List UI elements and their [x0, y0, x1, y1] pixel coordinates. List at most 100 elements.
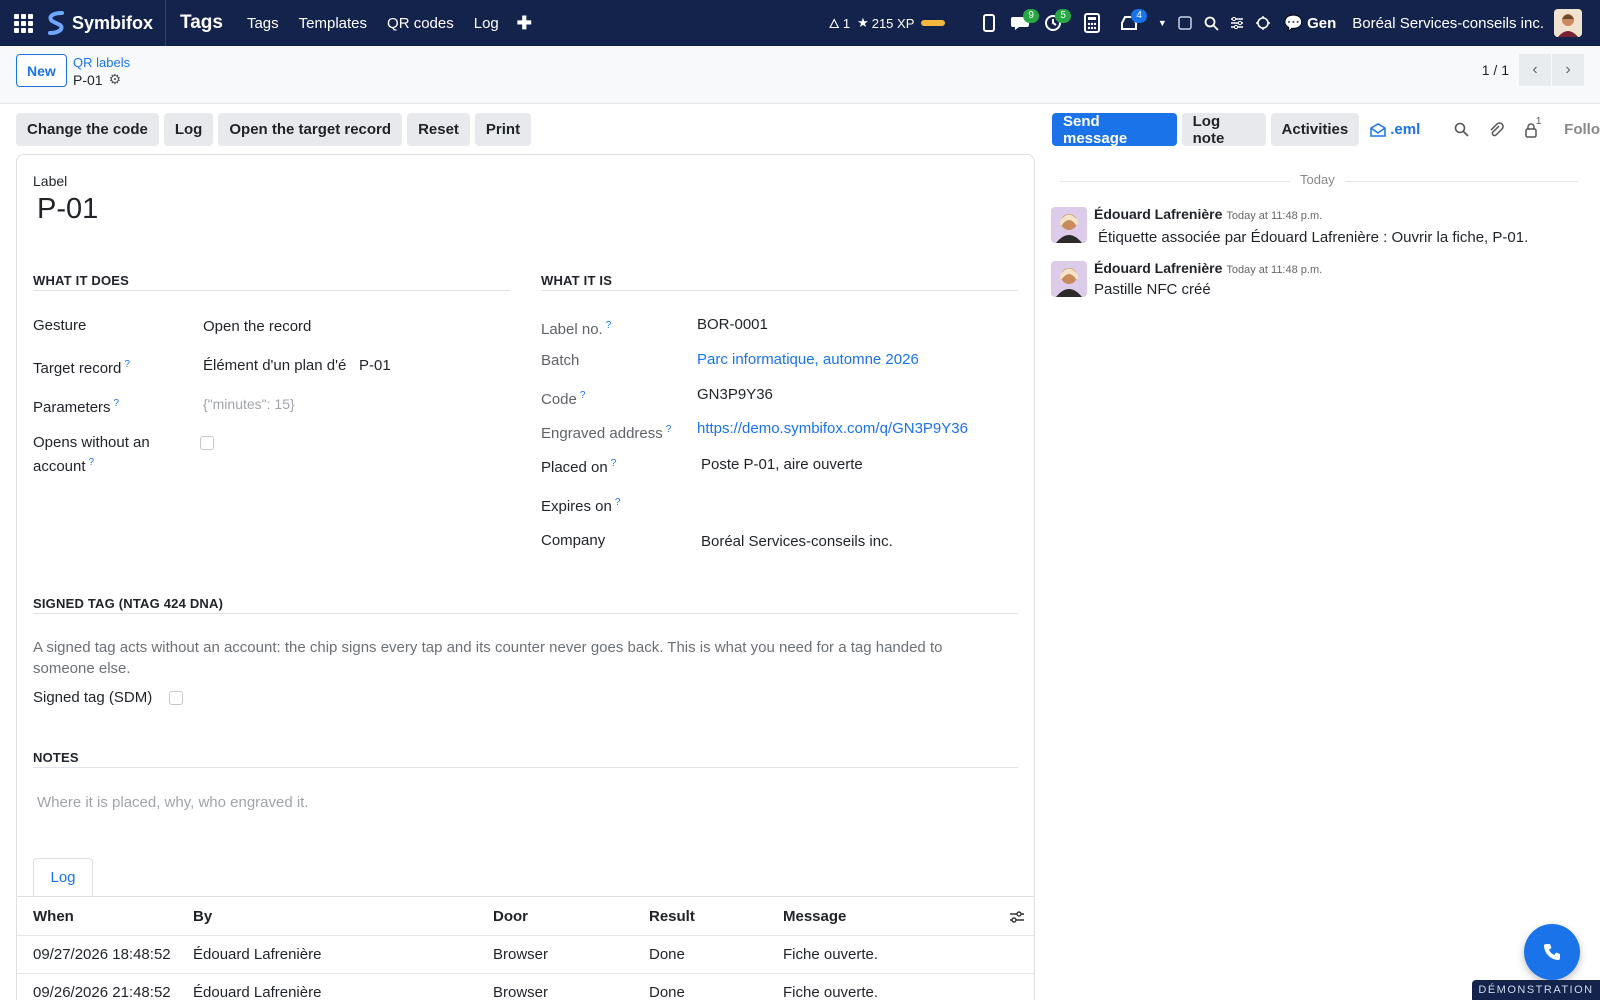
cell-message: Fiche ouverte.: [783, 946, 879, 963]
batch-link[interactable]: Parc informatique, automne 2026: [697, 351, 919, 368]
send-message-button[interactable]: Send message: [1052, 113, 1177, 147]
brand[interactable]: Symbifox: [46, 0, 167, 46]
menu-templates[interactable]: Templates: [289, 15, 377, 32]
gesture-field[interactable]: Open the record: [203, 318, 311, 335]
mobile-icon[interactable]: [976, 0, 1002, 46]
settings-sliders-icon[interactable]: [1227, 0, 1247, 46]
help-icon[interactable]: ?: [124, 359, 130, 370]
pager-value[interactable]: 1 / 1: [1482, 62, 1509, 78]
new-button[interactable]: New: [16, 54, 67, 87]
gen-assistant-button[interactable]: 💬 Gen: [1284, 14, 1337, 33]
cell-when: 09/27/2026 18:48:52: [33, 946, 171, 963]
search-icon[interactable]: [1201, 0, 1221, 46]
breadcrumb-parent[interactable]: QR labels: [73, 55, 130, 70]
column-header-door[interactable]: Door: [493, 908, 528, 925]
help-icon[interactable]: ?: [114, 398, 120, 409]
code-label: Code?: [541, 386, 585, 410]
message-author: Édouard Lafrenière Today at 11:48 p.m.: [1094, 260, 1322, 276]
parameters-input[interactable]: {"minutes": 15}: [203, 396, 295, 412]
help-icon[interactable]: ?: [606, 320, 612, 331]
message-author-avatar[interactable]: [1051, 261, 1087, 297]
help-icon[interactable]: ?: [611, 458, 617, 469]
column-header-when[interactable]: When: [33, 908, 74, 925]
log-button[interactable]: Log: [163, 113, 214, 146]
message-author: Édouard Lafrenière Today at 11:48 p.m.: [1094, 206, 1322, 222]
app-title[interactable]: Tags: [166, 12, 237, 34]
add-menu-icon[interactable]: ✚: [509, 13, 540, 34]
signed-tag-checkbox[interactable]: [169, 691, 183, 705]
pager-previous-icon[interactable]: ‹: [1519, 54, 1551, 86]
activities-icon[interactable]: 5: [1040, 0, 1071, 46]
log-note-button[interactable]: Log note: [1181, 113, 1266, 147]
cell-result: Done: [649, 984, 685, 1000]
tab-log[interactable]: Log: [33, 858, 93, 896]
eml-button[interactable]: .eml: [1370, 121, 1420, 138]
help-icon[interactable]: ?: [666, 424, 672, 435]
menu-tags[interactable]: Tags: [237, 15, 289, 32]
star-icon: ★: [857, 15, 869, 30]
placed-on-field[interactable]: Poste P-01, aire ouverte: [701, 456, 863, 473]
gear-icon[interactable]: ⚙: [109, 71, 122, 88]
help-icon[interactable]: ?: [89, 457, 95, 468]
help-icon[interactable]: ?: [580, 390, 586, 401]
reset-button[interactable]: Reset: [407, 113, 470, 146]
cell-door: Browser: [493, 984, 549, 1000]
chevron-down-icon[interactable]: ▼: [1155, 0, 1169, 46]
target-record-field[interactable]: P-01: [359, 357, 391, 374]
user-avatar[interactable]: [1554, 9, 1582, 37]
calculator-icon[interactable]: [1079, 0, 1105, 46]
expires-on-field[interactable]: [701, 493, 1001, 513]
bug-icon[interactable]: [1253, 0, 1273, 46]
breadcrumb: QR labels P-01 ⚙: [73, 55, 130, 88]
company-label: Company: [541, 532, 606, 549]
breadcrumb-current: P-01: [73, 71, 103, 88]
target-record-label-text: Target record: [33, 360, 122, 377]
activities-badge: 5: [1055, 9, 1071, 23]
table-header-divider: [17, 935, 1034, 936]
label-no-value: BOR-0001: [697, 316, 768, 333]
help-icon[interactable]: ?: [615, 497, 621, 508]
column-header-message[interactable]: Message: [783, 908, 846, 925]
activities-button[interactable]: Activities: [1270, 113, 1360, 146]
company-switcher[interactable]: Boréal Services-conseils inc.: [1352, 15, 1544, 32]
target-record-label: Target record?: [33, 355, 130, 379]
followers-lock-icon[interactable]: 1: [1516, 116, 1545, 138]
chatter-search-icon[interactable]: [1447, 122, 1476, 137]
xp-indicator[interactable]: 🜂 1 ★ 215 XP: [828, 10, 946, 36]
message-author-name[interactable]: Édouard Lafrenière: [1094, 260, 1222, 276]
change-code-button[interactable]: Change the code: [16, 113, 159, 146]
xp-progress-bar: [921, 20, 946, 26]
print-button[interactable]: Print: [474, 113, 532, 146]
app-menu-icon[interactable]: [0, 0, 46, 46]
code-value: GN3P9Y36: [697, 386, 773, 403]
menu-log[interactable]: Log: [464, 15, 509, 32]
message-author-name[interactable]: Édouard Lafrenière: [1094, 206, 1222, 222]
company-field[interactable]: Boréal Services-conseils inc.: [701, 533, 893, 550]
target-model-field[interactable]: Élément d'un plan d'é: [203, 357, 353, 374]
notes-textarea[interactable]: Where it is placed, why, who engraved it…: [37, 794, 997, 811]
column-options-icon[interactable]: [1009, 909, 1025, 929]
cell-when: 09/26/2026 21:48:52: [33, 984, 171, 1000]
inbox-icon[interactable]: 4: [1116, 0, 1147, 46]
opens-without-account-checkbox[interactable]: [200, 436, 214, 450]
message-author-avatar[interactable]: [1051, 207, 1087, 243]
form-action-bar: Change the code Log Open the target reco…: [16, 113, 532, 146]
message-time: Today at 11:48 p.m.: [1226, 210, 1323, 222]
follow-button[interactable]: Follo: [1564, 121, 1600, 138]
messages-icon[interactable]: 9: [1008, 0, 1039, 46]
paperclip-icon[interactable]: [1482, 121, 1511, 138]
message-time: Today at 11:48 p.m.: [1226, 264, 1323, 276]
gen-label: Gen: [1307, 14, 1337, 32]
menu-qr-codes[interactable]: QR codes: [377, 15, 464, 32]
pager-next-icon[interactable]: ›: [1552, 54, 1584, 86]
label-name-field[interactable]: P-01: [37, 193, 98, 226]
column-header-result[interactable]: Result: [649, 908, 695, 925]
symbifox-logo-icon: [48, 11, 64, 35]
engraved-address-link[interactable]: https://demo.symbifox.com/q/GN3P9Y36: [697, 420, 968, 437]
column-header-by[interactable]: By: [193, 908, 212, 925]
phone-icon: [1544, 944, 1560, 960]
open-target-record-button[interactable]: Open the target record: [218, 113, 403, 146]
note-icon[interactable]: [1175, 0, 1195, 46]
phone-call-button[interactable]: [1524, 924, 1580, 980]
section-notes: NOTES: [33, 750, 1018, 768]
